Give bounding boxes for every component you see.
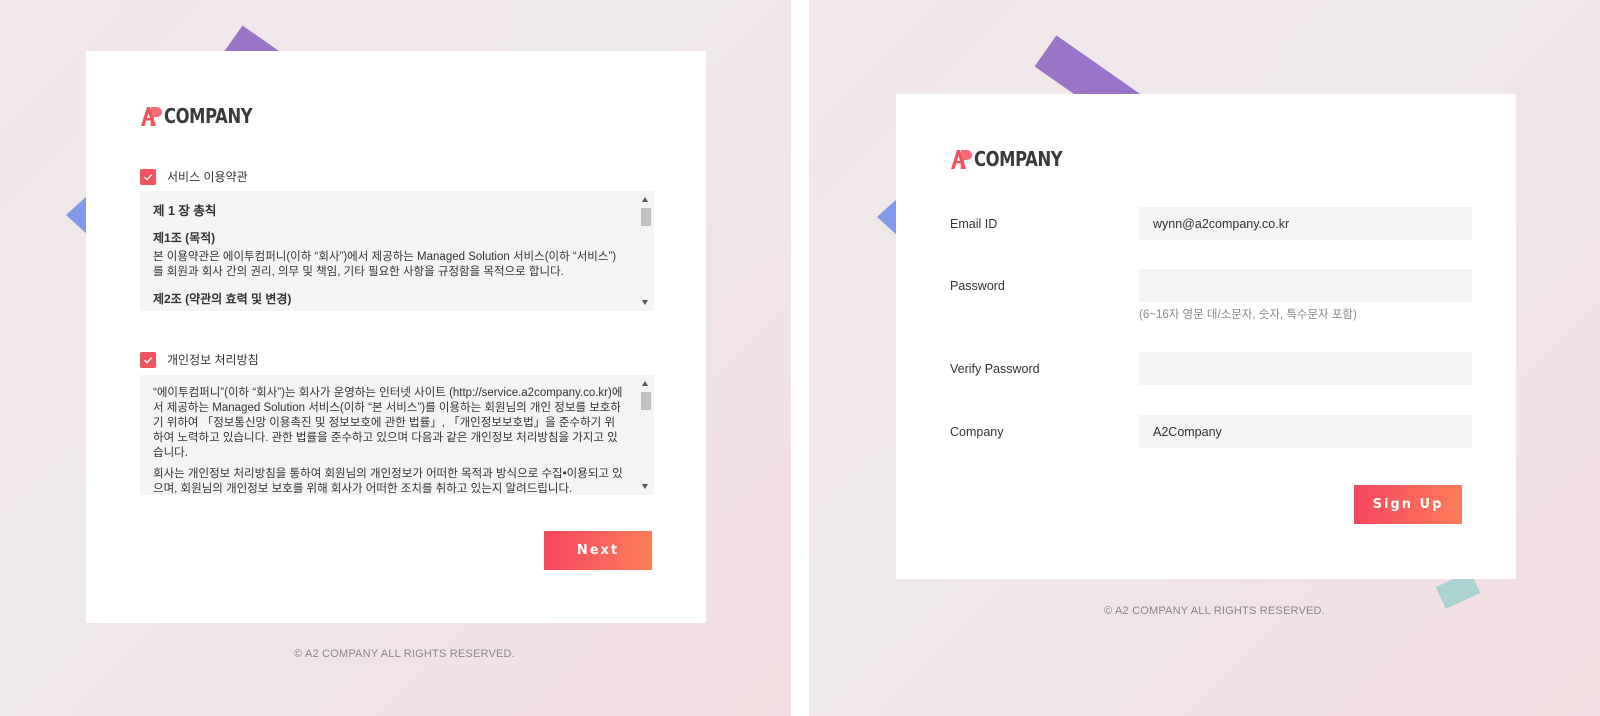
password-hint: (6~16자 영문 대/소문자, 숫자, 특수문자 포함)	[1139, 309, 1357, 321]
chapter-title: 제 1 장 총칙	[153, 204, 217, 218]
scroll-down-arrow-icon[interactable]	[642, 300, 648, 305]
signup-card: COMPANY Email ID Password (6~16자 영문 대/소문…	[896, 94, 1516, 579]
company-field[interactable]	[1139, 415, 1472, 448]
logo-text: COMPANY	[974, 147, 1063, 171]
password-field[interactable]	[1139, 269, 1472, 302]
article-body: 본 이용약관은 에이투컴퍼니(이하 “회사”)에서 제공하는 Managed S…	[153, 251, 617, 278]
service-terms-scrollbar[interactable]	[637, 191, 654, 311]
privacy-policy-label: 개인정보 처리방침	[167, 353, 259, 367]
logo: COMPANY	[950, 147, 1082, 171]
article-title: 제1조 (목적)	[153, 231, 216, 245]
logo-mark-icon	[951, 150, 972, 169]
privacy-paragraph-1: “에이투컴퍼니”(이하 “회사”)는 회사가 운영하는 인터넷 사이트 (htt…	[153, 387, 623, 459]
logo-mark-icon	[141, 107, 162, 126]
privacy-policy-row[interactable]: 개인정보 처리방침	[140, 351, 259, 368]
sign-up-button[interactable]: Sign Up	[1354, 485, 1462, 524]
email-field[interactable]	[1139, 207, 1472, 240]
scroll-up-arrow-icon[interactable]	[642, 197, 648, 202]
logo-text: COMPANY	[164, 104, 253, 128]
scroll-thumb[interactable]	[641, 208, 651, 226]
next-article-title: 제2조 (약관의 효력 및 변경)	[153, 292, 292, 306]
verify-password-field[interactable]	[1139, 352, 1472, 385]
check-icon	[144, 173, 153, 181]
privacy-policy-scrollbar[interactable]	[637, 375, 654, 495]
terms-card: COMPANY 서비스 이용약관 제 1 장 총칙 제1조 (목적) 본 이용약…	[86, 51, 706, 623]
scroll-down-arrow-icon[interactable]	[642, 484, 648, 489]
privacy-policy-checkbox[interactable]	[140, 351, 156, 368]
service-terms-row[interactable]: 서비스 이용약관	[140, 168, 248, 185]
scroll-thumb[interactable]	[641, 392, 651, 410]
verify-password-label: Verify Password	[950, 362, 1040, 376]
logo: COMPANY	[140, 104, 272, 128]
service-terms-label: 서비스 이용약관	[167, 170, 248, 184]
check-icon	[144, 356, 153, 364]
signup-panel: COMPANY Email ID Password (6~16자 영문 대/소문…	[809, 0, 1600, 716]
copyright-text: © A2 COMPANY ALL RIGHTS RESERVED.	[294, 648, 515, 660]
email-label: Email ID	[950, 217, 998, 231]
privacy-paragraph-2: 회사는 개인정보 처리방침을 통하여 회원님의 개인정보가 어떠한 목적과 방식…	[153, 468, 623, 495]
copyright-text: © A2 COMPANY ALL RIGHTS RESERVED.	[1104, 605, 1325, 617]
privacy-policy-textbox[interactable]: “에이투컴퍼니”(이하 “회사”)는 회사가 운영하는 인터넷 사이트 (htt…	[140, 375, 654, 495]
service-terms-checkbox[interactable]	[140, 168, 156, 185]
scroll-up-arrow-icon[interactable]	[642, 381, 648, 386]
decorative-blue-shape	[66, 195, 88, 235]
service-terms-textbox[interactable]: 제 1 장 총칙 제1조 (목적) 본 이용약관은 에이투컴퍼니(이하 “회사”…	[140, 191, 654, 311]
company-label: Company	[950, 425, 1004, 439]
terms-panel: COMPANY 서비스 이용약관 제 1 장 총칙 제1조 (목적) 본 이용약…	[0, 0, 791, 716]
password-label: Password	[950, 279, 1005, 293]
next-button[interactable]: Next	[544, 531, 652, 570]
